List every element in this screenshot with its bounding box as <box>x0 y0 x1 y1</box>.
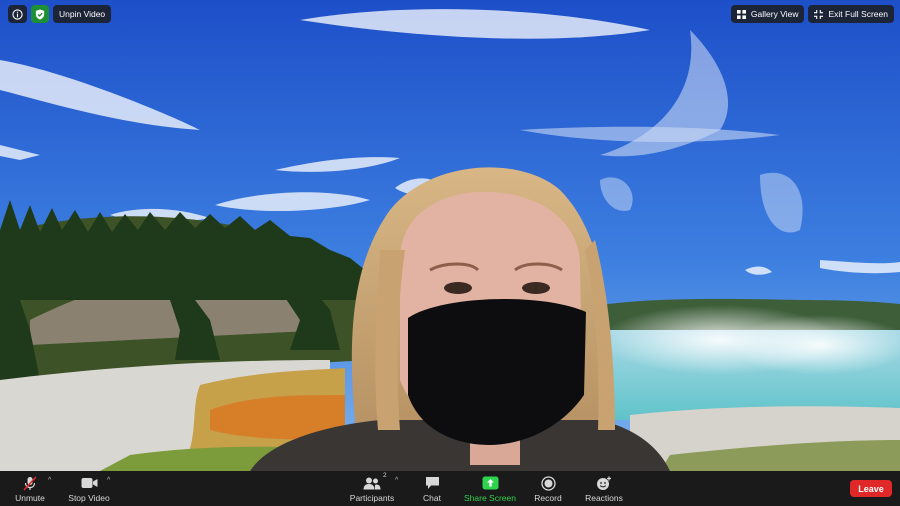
chat-bubble-icon <box>425 477 439 489</box>
unpin-video-button[interactable]: Unpin Video <box>53 5 112 23</box>
meeting-info-button[interactable] <box>8 5 27 23</box>
chat-label: Chat <box>423 493 441 503</box>
gallery-view-button[interactable]: Gallery View <box>730 5 805 23</box>
share-screen-label: Share Screen <box>464 493 516 503</box>
video-feed: Unpin Video Gallery View Exit Full Scree… <box>0 0 900 471</box>
unmute-label: Unmute <box>15 493 45 503</box>
chat-button[interactable]: Chat <box>420 475 444 503</box>
stop-video-label: Stop Video <box>68 493 110 503</box>
share-screen-button[interactable]: Share Screen <box>462 475 518 503</box>
virtual-background <box>0 0 900 471</box>
microphone-muted-icon <box>23 475 37 491</box>
emoji-reaction-icon <box>597 476 611 490</box>
participants-button[interactable]: Participants <box>346 475 398 503</box>
grid-icon <box>736 9 746 19</box>
security-button[interactable] <box>31 5 49 23</box>
reactions-button[interactable]: Reactions <box>583 475 625 503</box>
unmute-button[interactable]: Unmute <box>14 475 46 503</box>
audio-options-chevron-up-icon[interactable]: ^ <box>48 477 51 484</box>
video-camera-icon <box>81 478 97 488</box>
shield-check-icon <box>35 8 45 20</box>
stop-video-button[interactable]: Stop Video <box>66 475 112 503</box>
record-button[interactable]: Record <box>532 475 564 503</box>
info-icon <box>12 8 23 20</box>
exit-fullscreen-icon <box>814 9 824 19</box>
video-options-chevron-up-icon[interactable]: ^ <box>107 477 110 484</box>
participants-label: Participants <box>349 493 395 503</box>
exit-full-screen-label: Exit Full Screen <box>828 9 888 19</box>
participants-count-badge: 2 <box>383 472 387 479</box>
exit-full-screen-button[interactable]: Exit Full Screen <box>808 5 894 23</box>
share-screen-icon <box>482 476 498 490</box>
meeting-toolbar: Unmute ^ Stop Video ^ Participants 2 ^ C… <box>0 471 900 506</box>
participants-options-chevron-up-icon[interactable]: ^ <box>395 477 398 484</box>
gallery-view-label: Gallery View <box>750 9 799 19</box>
participants-icon <box>363 477 381 489</box>
record-label: Record <box>534 493 562 503</box>
reactions-label: Reactions <box>585 493 623 503</box>
leave-button[interactable]: Leave <box>850 480 892 497</box>
unpin-video-label: Unpin Video <box>59 9 106 19</box>
record-icon <box>540 475 556 491</box>
